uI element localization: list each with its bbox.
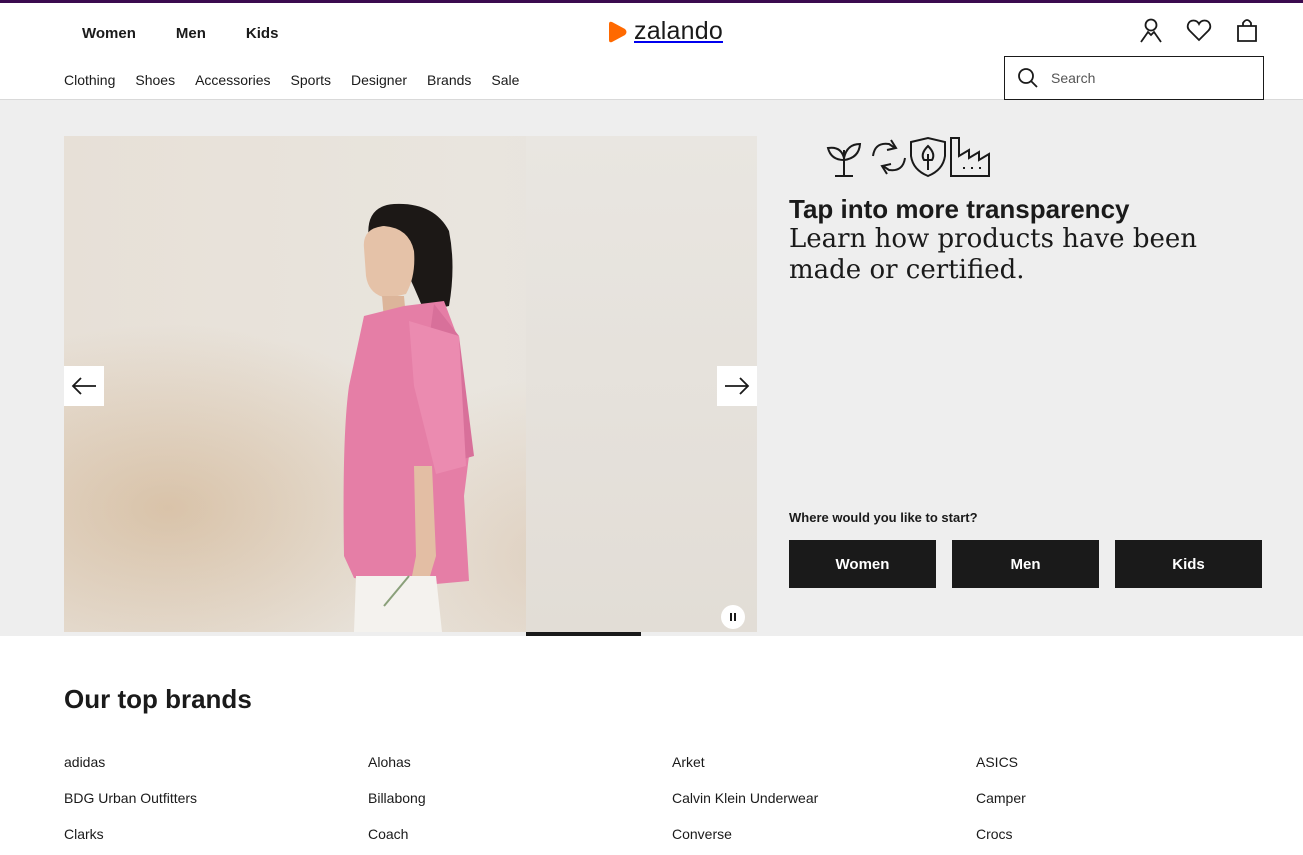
start-men-button[interactable]: Men xyxy=(952,540,1099,588)
gender-nav-men[interactable]: Men xyxy=(176,25,206,42)
zalando-logo[interactable]: zalando xyxy=(606,17,723,46)
gender-nav-kids[interactable]: Kids xyxy=(246,25,279,42)
plant-icon xyxy=(826,142,862,177)
shield-tree-icon xyxy=(910,136,946,178)
search-icon xyxy=(1018,68,1038,88)
gender-nav-women[interactable]: Women xyxy=(82,25,136,42)
search-input[interactable] xyxy=(1051,70,1241,86)
carousel-pause-button[interactable] xyxy=(721,605,745,629)
model-figure xyxy=(343,203,474,632)
brand-link[interactable]: Billabong xyxy=(368,789,672,808)
promo-title: Tap into more transparency xyxy=(789,194,1130,224)
category-sports[interactable]: Sports xyxy=(291,72,331,88)
account-icon[interactable] xyxy=(1138,17,1164,43)
bag-icon[interactable] xyxy=(1234,17,1260,43)
pause-icon xyxy=(730,613,736,621)
recycle-icon xyxy=(872,139,906,175)
start-buttons: Women Men Kids xyxy=(789,540,1262,588)
brand-link[interactable]: Calvin Klein Underwear xyxy=(672,789,976,808)
arrow-left-icon xyxy=(71,377,96,395)
header-icons xyxy=(1138,17,1260,43)
brand-link[interactable]: Coach xyxy=(368,825,672,844)
brand-link[interactable]: Crocs xyxy=(976,825,1280,844)
brand-link[interactable]: BDG Urban Outfitters xyxy=(64,789,368,808)
logo-wordmark: zalando xyxy=(634,17,723,45)
top-brands-title: Our top brands xyxy=(64,684,252,714)
site-header: Women Men Kids zalando Clothing Shoes Ac… xyxy=(0,3,1303,100)
brand-link[interactable]: adidas xyxy=(64,753,368,772)
gender-nav: Women Men Kids xyxy=(82,25,318,42)
category-clothing[interactable]: Clothing xyxy=(64,72,115,88)
category-shoes[interactable]: Shoes xyxy=(135,72,175,88)
factory-icon xyxy=(950,137,990,177)
brand-link[interactable]: Converse xyxy=(672,825,976,844)
arrow-right-icon xyxy=(725,377,750,395)
hero-image[interactable] xyxy=(64,136,757,632)
heart-icon[interactable] xyxy=(1186,17,1212,43)
promo-icon-row xyxy=(826,136,990,178)
start-women-button[interactable]: Women xyxy=(789,540,936,588)
brand-link[interactable]: Camper xyxy=(976,789,1280,808)
brand-link[interactable]: ASICS xyxy=(976,753,1280,772)
category-nav: Clothing Shoes Accessories Sports Design… xyxy=(64,72,539,88)
brand-link[interactable]: Arket xyxy=(672,753,976,772)
hero-section: Tap into more transparency Learn how pro… xyxy=(0,100,1303,636)
category-designer[interactable]: Designer xyxy=(351,72,407,88)
brand-link[interactable]: Clarks xyxy=(64,825,368,844)
carousel-progress-indicator xyxy=(526,632,641,636)
start-prompt: Where would you like to start? xyxy=(789,510,978,525)
category-accessories[interactable]: Accessories xyxy=(195,72,270,88)
promo-subtitle: Learn how products have been made or cer… xyxy=(789,224,1197,285)
carousel-prev-button[interactable] xyxy=(64,366,104,406)
category-brands[interactable]: Brands xyxy=(427,72,471,88)
start-kids-button[interactable]: Kids xyxy=(1115,540,1262,588)
search-box[interactable] xyxy=(1004,56,1264,100)
carousel-next-button[interactable] xyxy=(717,366,757,406)
brand-link[interactable]: Alohas xyxy=(368,753,672,772)
brand-list: adidas Alohas Arket ASICS BDG Urban Outf… xyxy=(64,753,1284,844)
logo-mark-icon xyxy=(609,21,627,42)
category-sale[interactable]: Sale xyxy=(491,72,519,88)
